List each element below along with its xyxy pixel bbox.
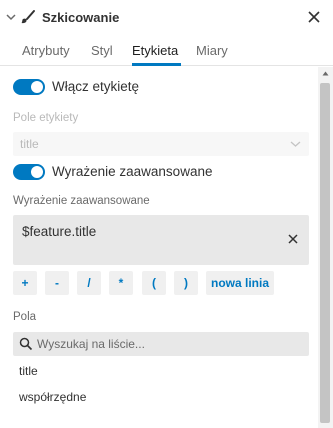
scrollbar-thumb[interactable] [320, 83, 330, 423]
label-field-heading: Pole etykiety [13, 112, 79, 124]
label-settings-panel: Włącz etykietę Pole etykiety title Wyraż… [0, 67, 318, 428]
operator-plus-button[interactable]: + [13, 271, 37, 295]
tab-attributes[interactable]: Atrybuty [22, 43, 70, 58]
advanced-expression-text: Wyrażenie zaawansowane [52, 164, 213, 179]
operator-open-paren-button[interactable]: ( [142, 271, 166, 295]
operator-divide-button[interactable]: / [77, 271, 101, 295]
panel-header: Szkicowanie [0, 0, 333, 36]
clear-icon[interactable] [287, 233, 299, 245]
vertical-scrollbar[interactable] [318, 67, 333, 428]
label-field-value: title [20, 137, 39, 151]
tab-bar: Atrybuty Styl Etykieta Miary [0, 36, 333, 66]
operator-multiply-button[interactable]: * [109, 271, 133, 295]
close-icon[interactable] [306, 9, 322, 25]
fields-search-input[interactable] [37, 332, 303, 356]
field-list-item[interactable]: współrzędne [19, 390, 86, 404]
label-field-select[interactable]: title [13, 132, 309, 156]
search-icon [19, 337, 33, 351]
enable-label-text: Włącz etykietę [52, 79, 140, 94]
chevron-down-icon [290, 141, 301, 147]
enable-label-toggle[interactable] [13, 79, 45, 95]
active-tab-indicator [132, 63, 181, 66]
chevron-down-icon[interactable] [5, 9, 17, 25]
field-list-item[interactable]: title [19, 364, 38, 378]
expression-input[interactable]: $feature.title [13, 215, 309, 265]
tab-style[interactable]: Styl [91, 43, 113, 58]
tab-measurements[interactable]: Miary [196, 43, 228, 58]
toggle-knob [31, 81, 43, 93]
expression-value: $feature.title [22, 224, 97, 239]
toggle-knob [31, 166, 43, 178]
tab-label[interactable]: Etykieta [132, 43, 178, 58]
expression-heading: Wyrażenie zaawansowane [13, 195, 150, 207]
newline-button[interactable]: nowa linia [206, 271, 274, 295]
brush-icon [21, 10, 35, 24]
operator-close-paren-button[interactable]: ) [174, 271, 198, 295]
panel-title: Szkicowanie [42, 10, 120, 25]
fields-search [13, 332, 309, 356]
operator-minus-button[interactable]: - [45, 271, 69, 295]
fields-heading: Pola [13, 311, 37, 323]
advanced-expression-toggle[interactable] [13, 164, 45, 180]
scroll-up-icon[interactable] [322, 70, 329, 77]
